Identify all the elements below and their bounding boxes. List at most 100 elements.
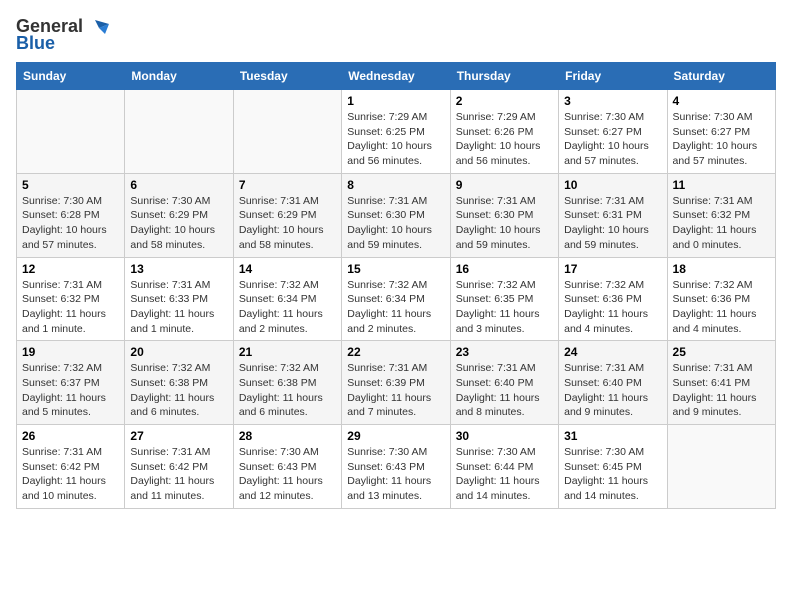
day-number: 25 <box>673 345 770 359</box>
day-info: Sunrise: 7:31 AM Sunset: 6:32 PM Dayligh… <box>673 194 770 253</box>
day-number: 7 <box>239 178 336 192</box>
day-info: Sunrise: 7:30 AM Sunset: 6:29 PM Dayligh… <box>130 194 227 253</box>
calendar-cell <box>17 90 125 174</box>
day-number: 9 <box>456 178 553 192</box>
calendar-cell: 5 Sunrise: 7:30 AM Sunset: 6:28 PM Daylig… <box>17 173 125 257</box>
day-info: Sunrise: 7:31 AM Sunset: 6:33 PM Dayligh… <box>130 278 227 337</box>
calendar-cell: 3Sunrise: 7:30 AM Sunset: 6:27 PM Daylig… <box>559 90 667 174</box>
calendar-cell: 17 Sunrise: 7:32 AM Sunset: 6:36 PM Dayli… <box>559 257 667 341</box>
day-info: Sunrise: 7:29 AM Sunset: 6:25 PM Dayligh… <box>347 110 444 169</box>
day-info: Sunrise: 7:30 AM Sunset: 6:27 PM Dayligh… <box>673 110 770 169</box>
calendar-cell: 11Sunrise: 7:31 AM Sunset: 6:32 PM Dayli… <box>667 173 775 257</box>
day-info: Sunrise: 7:29 AM Sunset: 6:26 PM Dayligh… <box>456 110 553 169</box>
day-number: 2 <box>456 94 553 108</box>
day-info: Sunrise: 7:31 AM Sunset: 6:30 PM Dayligh… <box>347 194 444 253</box>
calendar-cell: 13 Sunrise: 7:31 AM Sunset: 6:33 PM Dayli… <box>125 257 233 341</box>
calendar-cell: 23 Sunrise: 7:31 AM Sunset: 6:40 PM Dayli… <box>450 341 558 425</box>
page-header: General Blue <box>16 16 776 54</box>
day-number: 28 <box>239 429 336 443</box>
day-number: 14 <box>239 262 336 276</box>
day-of-week-header: Wednesday <box>342 63 450 90</box>
day-number: 27 <box>130 429 227 443</box>
day-number: 13 <box>130 262 227 276</box>
calendar-cell: 2 Sunrise: 7:29 AM Sunset: 6:26 PM Daylig… <box>450 90 558 174</box>
logo-bird-icon <box>87 18 109 36</box>
day-info: Sunrise: 7:32 AM Sunset: 6:37 PM Dayligh… <box>22 361 119 420</box>
day-number: 20 <box>130 345 227 359</box>
calendar-cell: 29 Sunrise: 7:30 AM Sunset: 6:43 PM Dayli… <box>342 425 450 509</box>
day-number: 1 <box>347 94 444 108</box>
day-info: Sunrise: 7:32 AM Sunset: 6:34 PM Dayligh… <box>347 278 444 337</box>
calendar-cell: 10 Sunrise: 7:31 AM Sunset: 6:31 PM Dayli… <box>559 173 667 257</box>
day-info: Sunrise: 7:31 AM Sunset: 6:29 PM Dayligh… <box>239 194 336 253</box>
day-number: 24 <box>564 345 661 359</box>
day-info: Sunrise: 7:31 AM Sunset: 6:39 PM Dayligh… <box>347 361 444 420</box>
day-info: Sunrise: 7:30 AM Sunset: 6:43 PM Dayligh… <box>347 445 444 504</box>
day-of-week-header: Friday <box>559 63 667 90</box>
day-info: Sunrise: 7:31 AM Sunset: 6:31 PM Dayligh… <box>564 194 661 253</box>
calendar-cell <box>667 425 775 509</box>
day-number: 21 <box>239 345 336 359</box>
day-number: 6 <box>130 178 227 192</box>
calendar-cell: 27 Sunrise: 7:31 AM Sunset: 6:42 PM Dayli… <box>125 425 233 509</box>
day-of-week-header: Tuesday <box>233 63 341 90</box>
logo-blue-text: Blue <box>16 33 55 54</box>
calendar-cell: 15 Sunrise: 7:32 AM Sunset: 6:34 PM Dayli… <box>342 257 450 341</box>
calendar-cell: 26Sunrise: 7:31 AM Sunset: 6:42 PM Dayli… <box>17 425 125 509</box>
day-number: 16 <box>456 262 553 276</box>
day-info: Sunrise: 7:31 AM Sunset: 6:32 PM Dayligh… <box>22 278 119 337</box>
calendar-cell: 9 Sunrise: 7:31 AM Sunset: 6:30 PM Daylig… <box>450 173 558 257</box>
calendar-week-row: 12 Sunrise: 7:31 AM Sunset: 6:32 PM Dayli… <box>17 257 776 341</box>
day-number: 8 <box>347 178 444 192</box>
calendar-week-row: 26 Sunrise: 7:31 AM Sunset: 6:42 PM Dayli… <box>17 425 776 509</box>
day-info: Sunrise: 7:30 AM Sunset: 6:45 PM Dayligh… <box>564 445 661 504</box>
day-number: 30 <box>456 429 553 443</box>
day-number: 10 <box>564 178 661 192</box>
day-number: 26 <box>22 429 119 443</box>
day-number: 17 <box>564 262 661 276</box>
calendar-cell: 19 Sunrise: 7:32 AM Sunset: 6:37 PM Dayli… <box>17 341 125 425</box>
day-info: Sunrise: 7:32 AM Sunset: 6:36 PM Dayligh… <box>564 278 661 337</box>
day-number: 4 <box>673 94 770 108</box>
calendar-table: SundayMondayTuesdayWednesdayThursdayFrid… <box>16 62 776 509</box>
calendar-cell: 4 Sunrise: 7:30 AM Sunset: 6:27 PM Daylig… <box>667 90 775 174</box>
calendar-cell: 20 Sunrise: 7:32 AM Sunset: 6:38 PM Dayli… <box>125 341 233 425</box>
day-info: Sunrise: 7:32 AM Sunset: 6:38 PM Dayligh… <box>130 361 227 420</box>
day-of-week-header: Sunday <box>17 63 125 90</box>
day-number: 23 <box>456 345 553 359</box>
calendar-cell: 31 Sunrise: 7:30 AM Sunset: 6:45 PM Dayli… <box>559 425 667 509</box>
day-number: 31 <box>564 429 661 443</box>
logo: General Blue <box>16 16 109 54</box>
day-info: Sunrise: 7:31 AM Sunset: 6:30 PM Dayligh… <box>456 194 553 253</box>
calendar-week-row: 1 Sunrise: 7:29 AM Sunset: 6:25 PM Daylig… <box>17 90 776 174</box>
day-number: 15 <box>347 262 444 276</box>
day-number: 22 <box>347 345 444 359</box>
day-info: Sunrise: 7:31 AM Sunset: 6:41 PM Dayligh… <box>673 361 770 420</box>
day-number: 3 <box>564 94 661 108</box>
day-number: 5 <box>22 178 119 192</box>
day-info: Sunrise: 7:32 AM Sunset: 6:38 PM Dayligh… <box>239 361 336 420</box>
day-info: Sunrise: 7:30 AM Sunset: 6:28 PM Dayligh… <box>22 194 119 253</box>
day-of-week-header: Saturday <box>667 63 775 90</box>
calendar-cell <box>233 90 341 174</box>
calendar-week-row: 19 Sunrise: 7:32 AM Sunset: 6:37 PM Dayli… <box>17 341 776 425</box>
calendar-cell: 14 Sunrise: 7:32 AM Sunset: 6:34 PM Dayli… <box>233 257 341 341</box>
day-number: 19 <box>22 345 119 359</box>
day-info: Sunrise: 7:31 AM Sunset: 6:40 PM Dayligh… <box>456 361 553 420</box>
calendar-cell: 24 Sunrise: 7:31 AM Sunset: 6:40 PM Dayli… <box>559 341 667 425</box>
calendar-cell: 28Sunrise: 7:30 AM Sunset: 6:43 PM Dayli… <box>233 425 341 509</box>
day-info: Sunrise: 7:32 AM Sunset: 6:34 PM Dayligh… <box>239 278 336 337</box>
day-info: Sunrise: 7:32 AM Sunset: 6:36 PM Dayligh… <box>673 278 770 337</box>
calendar-body: 1 Sunrise: 7:29 AM Sunset: 6:25 PM Daylig… <box>17 90 776 509</box>
day-info: Sunrise: 7:31 AM Sunset: 6:42 PM Dayligh… <box>130 445 227 504</box>
day-info: Sunrise: 7:31 AM Sunset: 6:40 PM Dayligh… <box>564 361 661 420</box>
calendar-header: SundayMondayTuesdayWednesdayThursdayFrid… <box>17 63 776 90</box>
day-of-week-header: Thursday <box>450 63 558 90</box>
calendar-cell: 30Sunrise: 7:30 AM Sunset: 6:44 PM Dayli… <box>450 425 558 509</box>
day-number: 29 <box>347 429 444 443</box>
calendar-cell: 21 Sunrise: 7:32 AM Sunset: 6:38 PM Dayli… <box>233 341 341 425</box>
day-number: 12 <box>22 262 119 276</box>
calendar-cell: 8 Sunrise: 7:31 AM Sunset: 6:30 PM Daylig… <box>342 173 450 257</box>
days-of-week-row: SundayMondayTuesdayWednesdayThursdayFrid… <box>17 63 776 90</box>
day-number: 18 <box>673 262 770 276</box>
